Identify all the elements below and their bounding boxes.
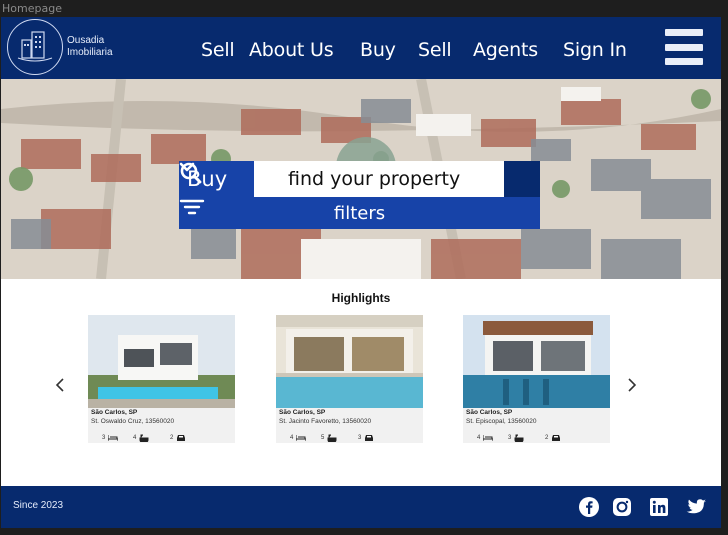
search-button[interactable] xyxy=(180,161,540,197)
bedrooms-count: 3 xyxy=(102,434,106,441)
bed-icon xyxy=(483,435,494,441)
nav-sign-in[interactable]: Sign In xyxy=(563,39,627,61)
twitter-icon[interactable] xyxy=(684,495,708,519)
property-card[interactable]: São Carlos, SP St. Episcopal, 13560020 4… xyxy=(463,315,610,443)
bathtub-icon xyxy=(514,434,524,442)
filter-icon xyxy=(179,199,205,215)
linkedin-icon[interactable] xyxy=(647,495,671,519)
bathrooms-count: 3 xyxy=(508,435,512,441)
filters-label: filters xyxy=(333,202,386,224)
garage-feature: 2 xyxy=(170,434,186,442)
property-city: São Carlos, SP xyxy=(466,409,513,416)
brand-logo[interactable] xyxy=(7,19,63,75)
brand-name-line1: Ousadia xyxy=(67,35,105,46)
filters-button[interactable]: filters xyxy=(179,197,540,229)
carousel-next-button[interactable] xyxy=(624,377,640,393)
garage-count: 3 xyxy=(358,435,362,441)
nav-about-us[interactable]: About Us xyxy=(249,39,334,61)
bathrooms-feature: 5 xyxy=(321,434,337,442)
bed-icon xyxy=(296,435,307,441)
homepage: Ousadia Imobiliaria Sell About Us Buy Se… xyxy=(1,17,721,528)
car-icon xyxy=(177,435,186,441)
property-address: St. Jacinto Favoretto, 13560020 xyxy=(279,418,372,425)
chevron-right-icon xyxy=(628,378,637,392)
property-city: São Carlos, SP xyxy=(91,409,138,416)
property-photo xyxy=(463,315,610,408)
bathtub-icon xyxy=(139,434,149,442)
building-logo-icon xyxy=(17,31,53,62)
property-card[interactable]: São Carlos, SP St. Oswaldo Cruz, 1356002… xyxy=(88,315,235,443)
nav-buy[interactable]: Buy xyxy=(360,39,396,61)
bathrooms-feature: 4 xyxy=(133,434,149,442)
brand-name-line2: Imobiliaria xyxy=(67,47,113,58)
facebook-icon[interactable] xyxy=(577,495,601,519)
bathtub-icon xyxy=(327,434,337,442)
property-card[interactable]: São Carlos, SP St. Jacinto Favoretto, 13… xyxy=(276,315,423,443)
search-input[interactable]: find your property xyxy=(254,161,504,197)
nav-sell[interactable]: Sell xyxy=(201,39,235,61)
since-text: Since 2023 xyxy=(13,500,64,511)
property-features: 4 5 3 xyxy=(276,434,423,443)
bathrooms-count: 4 xyxy=(133,435,137,441)
hamburger-menu-icon[interactable] xyxy=(665,29,703,65)
bedrooms-count: 4 xyxy=(290,434,294,441)
instagram-icon[interactable] xyxy=(610,495,634,519)
property-features: 4 3 2 xyxy=(463,434,610,443)
top-navigation-bar: Ousadia Imobiliaria Sell About Us Buy Se… xyxy=(1,17,721,79)
carousel-prev-button[interactable] xyxy=(52,377,68,393)
chevron-left-icon xyxy=(55,378,64,392)
garage-feature: 2 xyxy=(545,434,561,442)
search-icon xyxy=(180,162,202,184)
bathrooms-feature: 3 xyxy=(508,434,524,442)
garage-feature: 3 xyxy=(358,434,374,442)
menu-bar xyxy=(665,29,703,36)
frame-label: Homepage xyxy=(2,2,62,15)
bedrooms-feature: 4 xyxy=(477,434,494,441)
bathrooms-count: 5 xyxy=(321,435,325,441)
property-photo xyxy=(276,315,423,408)
garage-count: 2 xyxy=(545,435,549,441)
property-features: 3 4 2 xyxy=(88,434,235,443)
nav-agents[interactable]: Agents xyxy=(473,39,538,61)
bed-icon xyxy=(108,435,119,441)
hero-banner: Buy find your property filters xyxy=(1,79,721,279)
menu-bar xyxy=(665,58,703,65)
property-city: São Carlos, SP xyxy=(279,409,326,416)
bedrooms-feature: 3 xyxy=(102,434,119,441)
footer: Since 2023 xyxy=(1,486,721,528)
nav-sell-2[interactable]: Sell xyxy=(418,39,452,61)
property-address: St. Oswaldo Cruz, 13560020 xyxy=(91,418,175,425)
highlights-title: Highlights xyxy=(331,291,391,305)
garage-count: 2 xyxy=(170,435,174,441)
brand-name[interactable]: Ousadia Imobiliaria xyxy=(67,35,113,59)
bedrooms-count: 4 xyxy=(477,434,481,441)
car-icon xyxy=(552,435,561,441)
property-photo xyxy=(88,315,235,408)
property-address: St. Episcopal, 13560020 xyxy=(466,418,537,425)
property-search-bar: Buy find your property xyxy=(179,161,540,197)
menu-bar xyxy=(665,43,703,51)
car-icon xyxy=(365,435,374,441)
bedrooms-feature: 4 xyxy=(290,434,307,441)
